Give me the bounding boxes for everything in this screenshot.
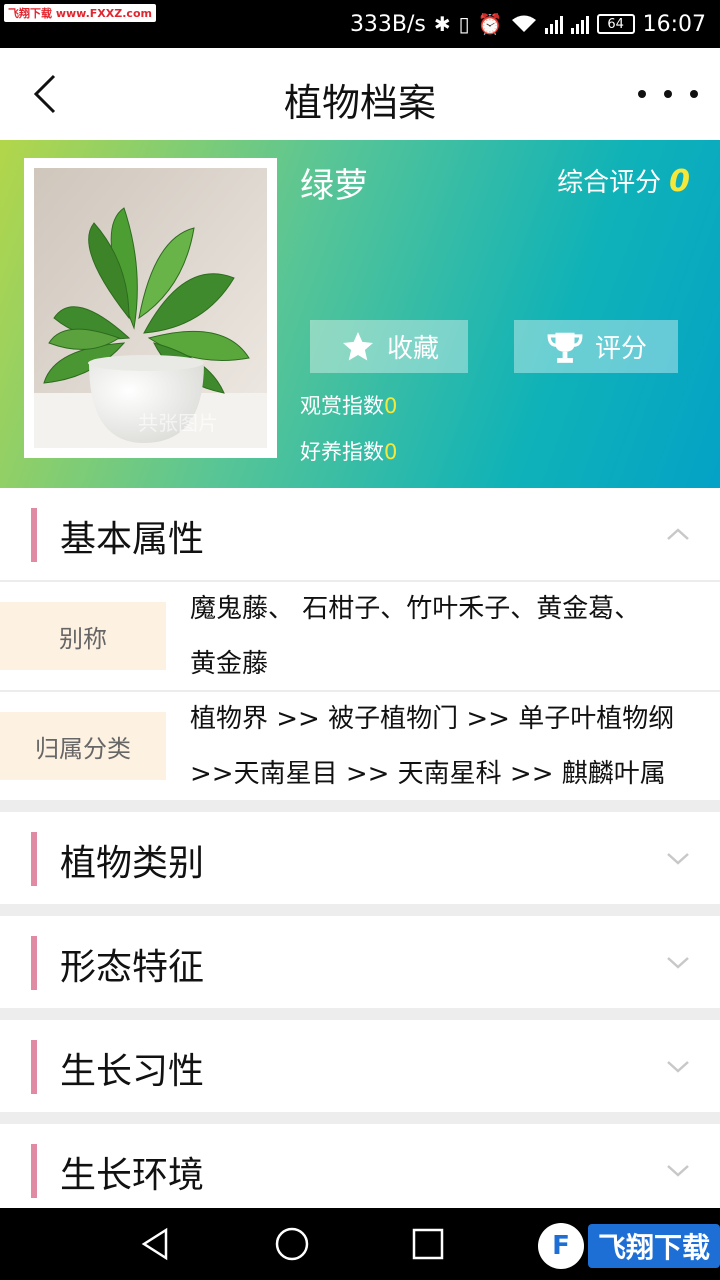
section-environment-header[interactable]: 生长环境 bbox=[0, 1124, 720, 1208]
alarm-icon: ⏰ bbox=[477, 12, 503, 36]
watermark-logo: F 飞翔下载 bbox=[537, 1218, 720, 1274]
care-index: 好养指数0 bbox=[300, 436, 397, 466]
trophy-icon bbox=[547, 332, 583, 363]
vibrate-icon: ▯ bbox=[458, 12, 470, 36]
section-environment-title: 生长环境 bbox=[60, 1155, 205, 1196]
status-bar: 飞翔下载 www.FXXZ.com 333B/s ✱ ▯ ⏰ 64 16:07 bbox=[0, 0, 720, 48]
chevron-up-icon bbox=[667, 528, 689, 540]
ornamental-index: 观赏指数0 bbox=[300, 390, 397, 420]
alias-value-line: 魔鬼藤、 石柑子、竹叶禾子、黄金葛、 bbox=[190, 594, 641, 624]
section-gap bbox=[0, 904, 720, 916]
nav-recent-button[interactable] bbox=[408, 1224, 448, 1264]
favorite-label: 收藏 bbox=[386, 334, 439, 364]
nav-home-button[interactable] bbox=[272, 1224, 312, 1264]
net-speed: 333B/s bbox=[349, 11, 426, 37]
circle-home-icon bbox=[275, 1227, 309, 1261]
more-dot-icon bbox=[690, 90, 698, 98]
taxonomy-value-line: 植物界 >> 被子植物门 >> 单子叶植物纲 bbox=[190, 704, 675, 734]
signal-2g-icon bbox=[570, 14, 589, 34]
section-gap bbox=[0, 1008, 720, 1020]
section-accent-bar bbox=[31, 1040, 37, 1094]
bluetooth-icon: ✱ bbox=[433, 12, 451, 36]
overall-rating: 综合评分 0 bbox=[557, 162, 690, 199]
alias-value: 魔鬼藤、 石柑子、竹叶禾子、黄金葛、 黄金藤 bbox=[190, 582, 708, 692]
taxonomy-value-line: >>天南星目 >> 天南星科 >> 麒麟叶属 bbox=[190, 759, 666, 789]
chevron-down-icon bbox=[667, 957, 689, 969]
plant-name: 绿萝 bbox=[300, 166, 368, 206]
more-dot-icon bbox=[664, 90, 672, 98]
section-habit-header[interactable]: 生长习性 bbox=[0, 1020, 720, 1112]
svg-text:共张图片: 共张图片 bbox=[138, 411, 218, 435]
alias-row: 别称 魔鬼藤、 石柑子、竹叶禾子、黄金葛、 黄金藤 bbox=[0, 582, 720, 690]
plant-photo: 共张图片 bbox=[34, 168, 267, 448]
ornamental-index-label: 观赏指数 bbox=[300, 394, 384, 418]
more-options-button[interactable] bbox=[638, 84, 698, 104]
overall-rating-label: 综合评分 bbox=[557, 168, 662, 198]
wifi-icon bbox=[511, 14, 537, 34]
section-accent-bar bbox=[31, 832, 37, 886]
triangle-back-icon bbox=[141, 1227, 168, 1261]
section-morphology-title: 形态特征 bbox=[60, 947, 205, 988]
section-accent-bar bbox=[31, 508, 37, 562]
system-nav-bar: F 飞翔下载 bbox=[0, 1208, 720, 1280]
signal-4g-icon bbox=[544, 14, 563, 34]
status-icons: 333B/s ✱ ▯ ⏰ 64 16:07 bbox=[350, 0, 706, 48]
section-basic-title: 基本属性 bbox=[60, 519, 205, 560]
favorite-button[interactable]: 收藏 bbox=[310, 320, 468, 373]
chevron-down-icon bbox=[667, 853, 689, 865]
alias-value-line: 黄金藤 bbox=[190, 649, 269, 679]
section-accent-bar bbox=[31, 1144, 37, 1198]
plant-photo-frame[interactable]: 共张图片 bbox=[24, 158, 277, 458]
nav-back-button[interactable] bbox=[136, 1224, 176, 1264]
section-category-header[interactable]: 植物类别 bbox=[0, 812, 720, 904]
section-basic-header[interactable]: 基本属性 bbox=[0, 488, 720, 580]
section-morphology-header[interactable]: 形态特征 bbox=[0, 916, 720, 1008]
section-gap bbox=[0, 1112, 720, 1124]
more-dot-icon bbox=[638, 90, 646, 98]
taxonomy-row: 归属分类 植物界 >> 被子植物门 >> 单子叶植物纲 >>天南星目 >> 天南… bbox=[0, 692, 720, 800]
title-bar: 植物档案 bbox=[0, 48, 720, 140]
rate-button[interactable]: 评分 bbox=[514, 320, 678, 373]
section-accent-bar bbox=[31, 936, 37, 990]
care-index-value: 0 bbox=[384, 440, 398, 464]
page-title: 植物档案 bbox=[283, 81, 436, 125]
rate-label: 评分 bbox=[594, 334, 647, 364]
chevron-down-icon bbox=[667, 1165, 689, 1177]
plant-hero-card: 共张图片 绿萝 综合评分 0 收藏 评分 观赏指数0 好养指数0 bbox=[0, 140, 720, 488]
overall-rating-value: 0 bbox=[669, 164, 690, 199]
watermark-badge: 飞翔下载 www.FXXZ.com bbox=[4, 4, 156, 22]
alias-label: 别称 bbox=[0, 602, 166, 670]
ornamental-index-value: 0 bbox=[384, 394, 398, 418]
taxonomy-label: 归属分类 bbox=[0, 712, 166, 780]
chevron-down-icon bbox=[667, 1061, 689, 1073]
star-icon bbox=[342, 331, 373, 360]
section-gap bbox=[0, 800, 720, 812]
clock: 16:07 bbox=[642, 11, 706, 37]
square-recent-icon bbox=[412, 1228, 444, 1260]
section-habit-title: 生长习性 bbox=[60, 1051, 205, 1092]
care-index-label: 好养指数 bbox=[300, 440, 384, 464]
watermark-logo-text: 飞翔下载 bbox=[587, 1224, 720, 1268]
taxonomy-value: 植物界 >> 被子植物门 >> 单子叶植物纲 >>天南星目 >> 天南星科 >>… bbox=[190, 692, 708, 802]
section-category-title: 植物类别 bbox=[60, 843, 205, 884]
battery-icon: 64 bbox=[596, 14, 635, 34]
watermark-logo-icon: F bbox=[537, 1223, 584, 1269]
